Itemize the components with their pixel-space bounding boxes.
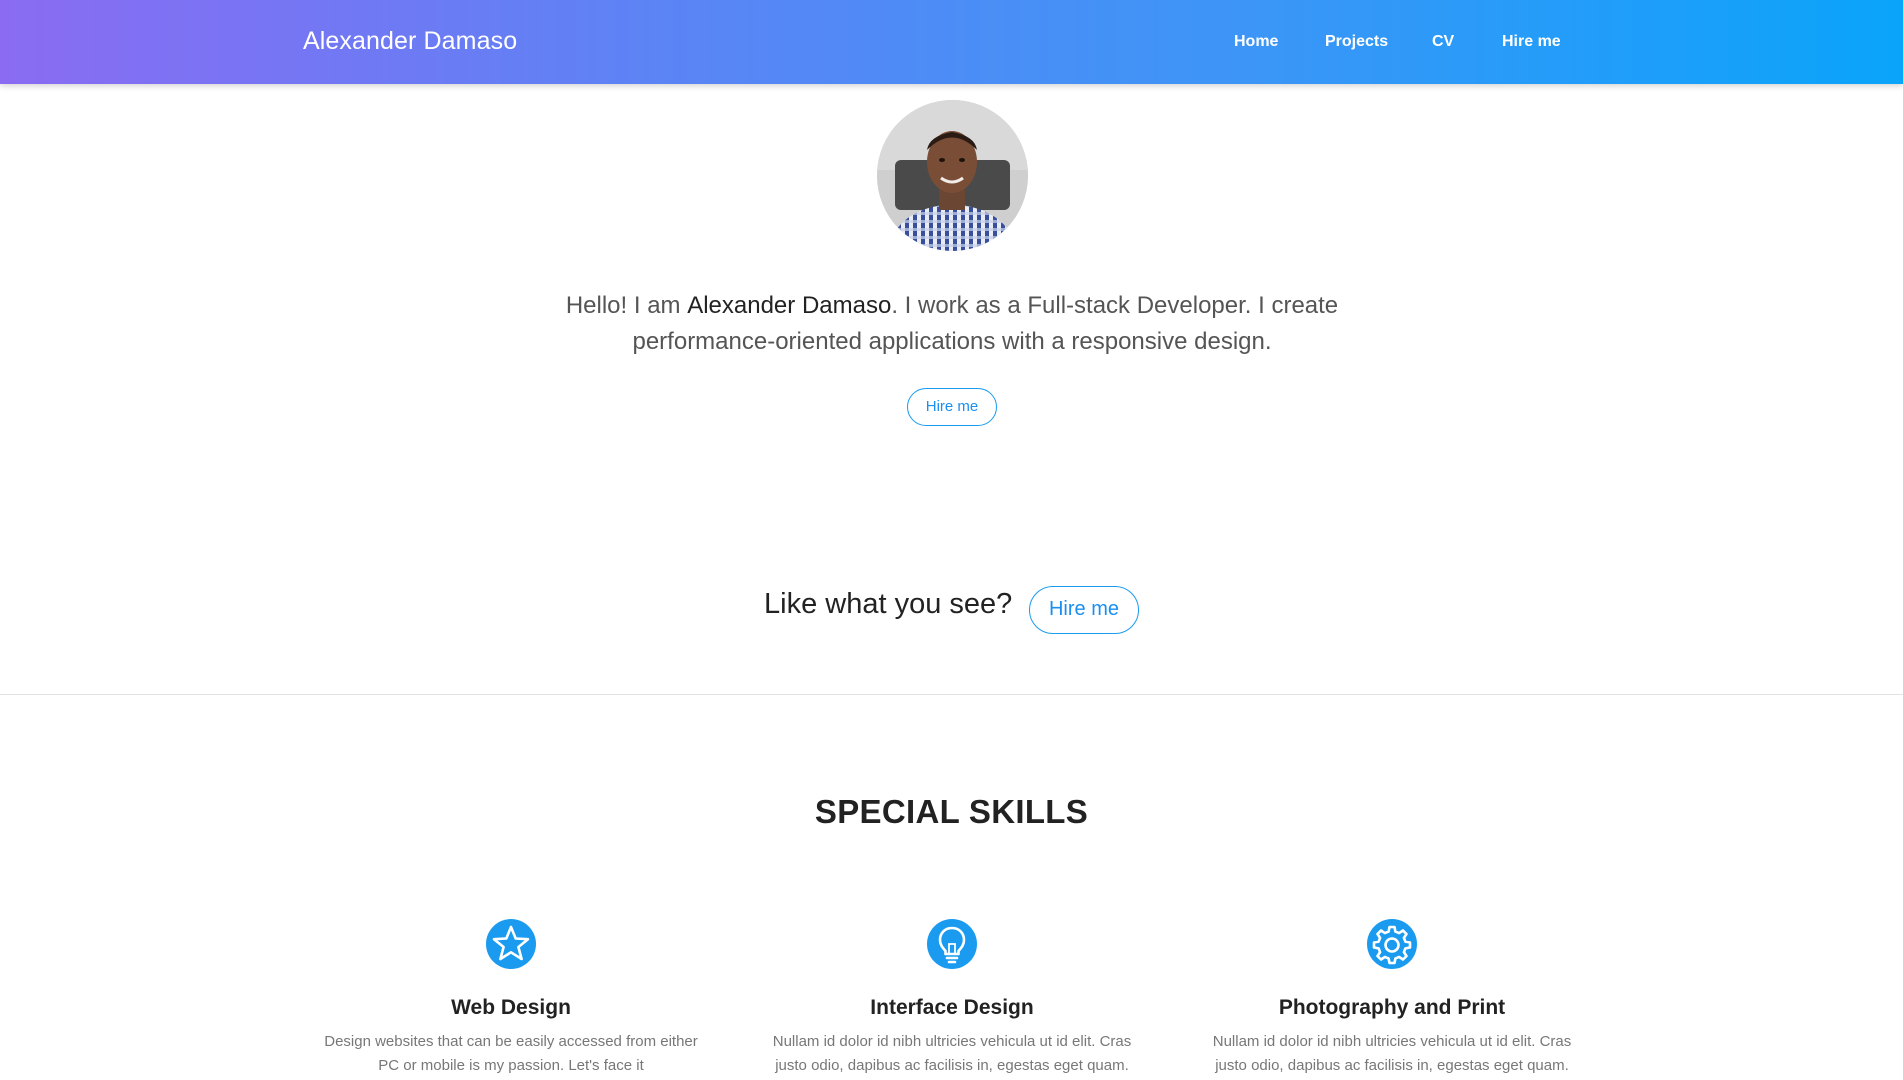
skill-title: Photography and Print [1278,996,1506,1019]
gear-icon [1367,919,1417,969]
nav-home-link[interactable]: Home [1234,33,1278,51]
nav-hire-me-link[interactable]: Hire me [1502,33,1561,51]
skills-section-title: SPECIAL SKILLS [814,793,1089,830]
section-divider [0,694,1903,695]
profile-avatar [877,100,1028,251]
profile-photo [877,100,1028,251]
intro-name: Alexander Damaso [687,292,892,319]
brand-logo-text[interactable]: Alexander Damaso [303,27,517,56]
nav-cv-link[interactable]: CV [1432,33,1454,51]
hero-hire-me-button[interactable]: Hire me [907,388,997,426]
lightbulb-icon [927,919,977,969]
intro-text: Hello! I am Alexander Damaso. I work as … [560,288,1344,360]
skill-title: Web Design [451,996,571,1019]
skill-title: Interface Design [870,996,1034,1019]
skill-description: Nullam id dolor id nibh ultricies vehicu… [772,1033,1132,1074]
top-navbar: Alexander Damaso Home Projects CV Hire m… [0,0,1903,84]
nav-projects-link[interactable]: Projects [1325,33,1388,51]
skill-card-interface-design: Interface Design Nullam id dolor id nibh… [742,918,1162,1078]
skill-card-web-design: Web Design Design websites that can be e… [301,918,721,1078]
cta-hire-me-button[interactable]: Hire me [1029,586,1139,634]
star-icon [486,919,536,969]
skill-card-photography-and-print: Photography and Print Nullam id dolor id… [1182,918,1602,1078]
skill-description: Design websites that can be easily acces… [324,1033,698,1074]
skill-description: Nullam id dolor id nibh ultricies vehicu… [1212,1033,1572,1074]
cta-text: Like what you see? [764,588,1013,620]
intro-prefix: Hello! I am [565,292,688,319]
